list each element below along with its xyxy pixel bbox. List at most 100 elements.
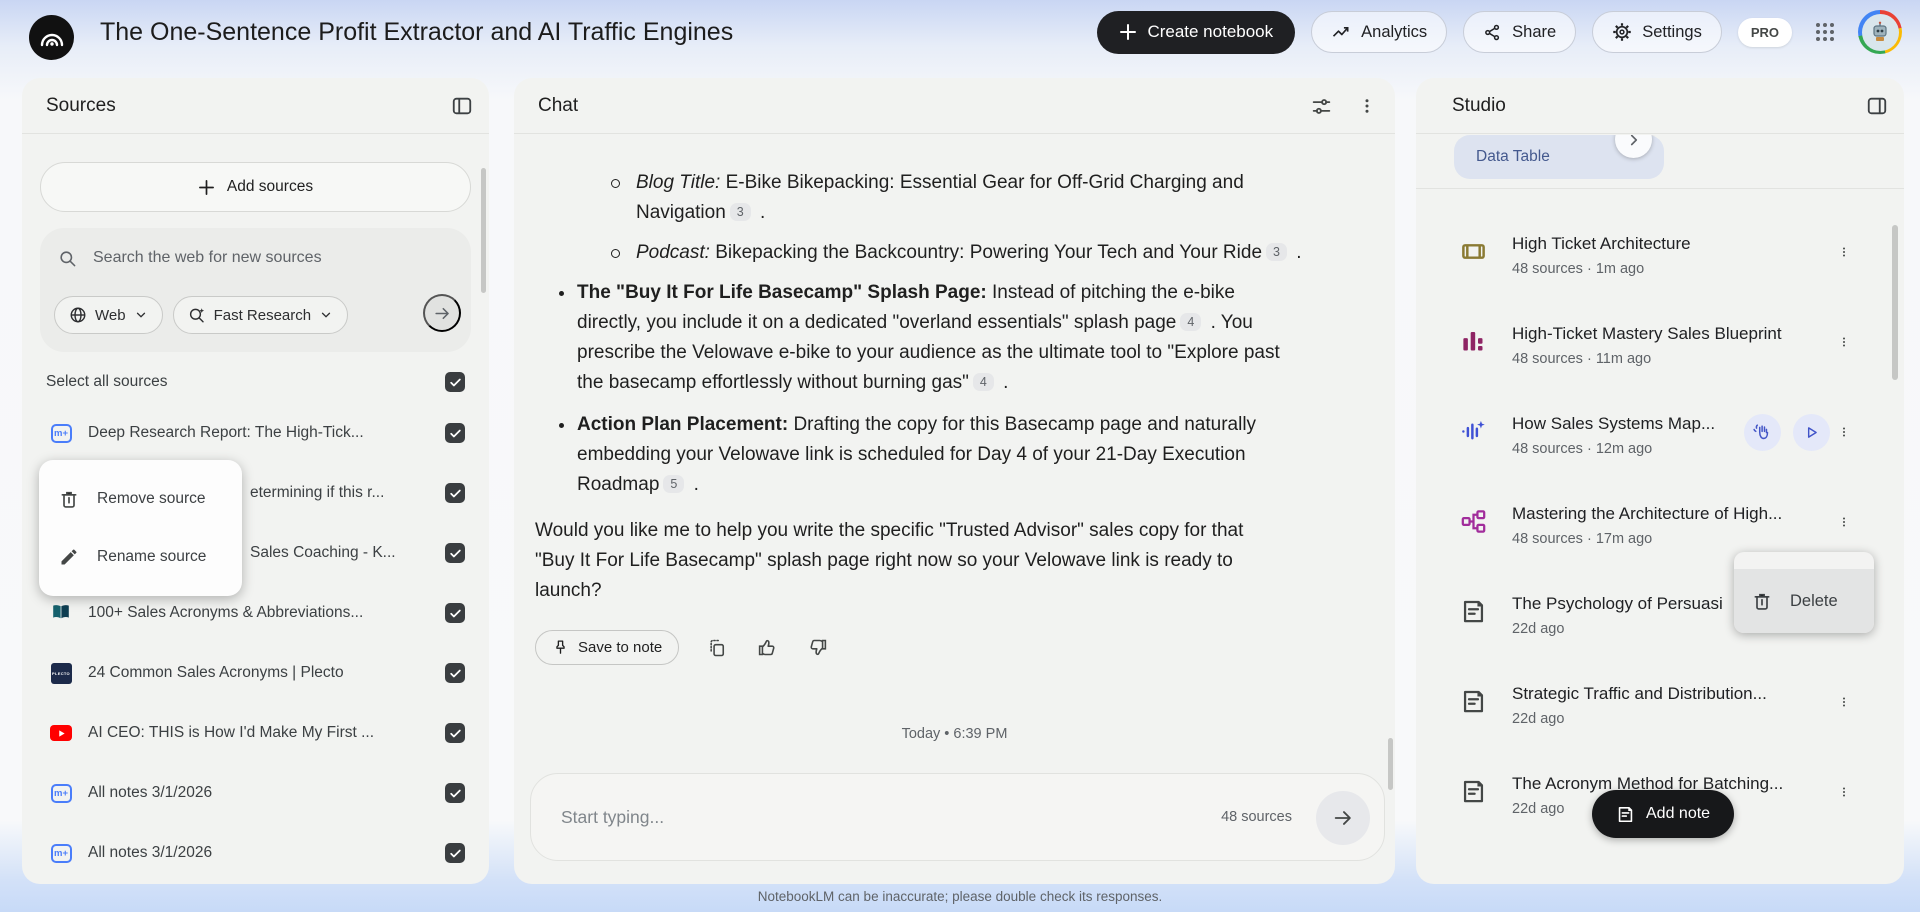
chat-text-segment: Blog Title:: [636, 172, 721, 193]
add-note-label: Add note: [1646, 805, 1711, 822]
add-sources-button[interactable]: Add sources: [40, 162, 471, 212]
chat-text-segment: Bikepacking the Backcountry: Powering Yo…: [709, 242, 1263, 263]
plus-icon: [198, 179, 214, 195]
share-button[interactable]: Share: [1463, 11, 1577, 53]
interactive-mode-button[interactable]: [1744, 414, 1781, 451]
book-favicon: [50, 602, 72, 624]
studio-item[interactable]: High Ticket Architecture 48 sources · 1m…: [1416, 222, 1904, 312]
chat-settings-button[interactable]: [1309, 94, 1333, 118]
source-checkbox[interactable]: [445, 723, 465, 743]
send-message-button[interactable]: [1316, 791, 1370, 845]
trash-icon: [61, 491, 77, 508]
citation-chip[interactable]: 3: [729, 203, 751, 221]
select-all-label: Select all sources: [46, 373, 168, 390]
research-mode-label: Fast Research: [213, 306, 312, 324]
chat-text-segment: Navigation: [636, 202, 726, 223]
chat-more-menu-button[interactable]: [1355, 94, 1379, 118]
remove-source-label: Remove source: [97, 490, 206, 507]
citation-chip[interactable]: 4: [1180, 313, 1202, 331]
chat-text-segment: E-Bike Bikepacking: Essential Gear for O…: [720, 172, 1244, 193]
thumbs-up-button[interactable]: [755, 636, 779, 660]
trash-icon: [1754, 593, 1770, 610]
citation-chip[interactable]: 3: [1266, 243, 1287, 261]
studio-item-menu-button[interactable]: [1832, 240, 1856, 264]
collapse-sources-panel-icon[interactable]: [451, 95, 473, 117]
citation-chip[interactable]: 4: [972, 373, 994, 391]
save-to-note-button[interactable]: Save to note: [535, 630, 680, 665]
studio-item-meta: 48 sources · 12m ago: [1512, 441, 1653, 457]
source-checkbox[interactable]: [445, 423, 465, 443]
chat-scrollbar[interactable]: [1388, 738, 1393, 790]
source-row[interactable]: m+ All notes 3/1/2026: [22, 823, 489, 883]
chevron-down-icon: [136, 312, 145, 318]
chat-text-block: Blog Title: E-Bike Bikepacking: Essentia…: [611, 168, 1395, 228]
remove-source-menu-item[interactable]: Remove source: [39, 470, 242, 528]
source-checkbox[interactable]: [445, 843, 465, 863]
studio-panel-header: Studio: [1416, 78, 1904, 134]
studio-item-menu-button[interactable]: [1832, 420, 1856, 444]
research-mode-dropdown[interactable]: Fast Research: [172, 296, 349, 334]
create-notebook-button[interactable]: Create notebook: [1097, 10, 1296, 54]
app-header: The One-Sentence Profit Extractor and AI…: [0, 0, 1920, 64]
select-all-row: Select all sources: [46, 368, 465, 396]
apps-grid-icon: [1816, 23, 1834, 41]
source-checkbox[interactable]: [445, 483, 465, 503]
studio-item-meta: 22d ago: [1512, 801, 1565, 817]
studio-item[interactable]: The Content Creation Engine: Wee...: [1416, 852, 1904, 884]
globe-icon: [70, 307, 86, 323]
sources-scrollbar[interactable]: [481, 168, 486, 293]
notebooklm-logo[interactable]: [29, 15, 74, 60]
source-row[interactable]: m+ Deep Research Report: The High-Tick..…: [22, 403, 489, 463]
studio-scrollbar[interactable]: [1892, 225, 1898, 380]
share-label: Share: [1512, 22, 1557, 41]
source-title: etermining if this r...: [250, 484, 385, 501]
web-filter-dropdown[interactable]: Web: [54, 296, 163, 334]
collapse-studio-panel-icon[interactable]: [1866, 95, 1888, 117]
studio-divider: [1416, 188, 1904, 189]
source-row[interactable]: PLECTO 24 Common Sales Acronyms | Plecto: [22, 643, 489, 703]
rename-source-label: Rename source: [97, 548, 207, 565]
add-note-button[interactable]: Add note: [1592, 790, 1735, 838]
source-checkbox[interactable]: [445, 543, 465, 563]
studio-item-menu-button[interactable]: [1832, 690, 1856, 714]
analytics-label: Analytics: [1361, 22, 1428, 41]
studio-item[interactable]: High-Ticket Mastery Sales Blueprint 48 s…: [1416, 312, 1904, 402]
studio-item[interactable]: How Sales Systems Map... 48 sources · 12…: [1416, 402, 1904, 492]
user-avatar[interactable]: [1858, 10, 1902, 54]
select-all-checkbox[interactable]: [445, 372, 465, 392]
kebab-menu-icon: [1365, 99, 1369, 113]
source-row[interactable]: AI CEO: THIS is How I'd Make My First ..…: [22, 703, 489, 763]
search-submit-button[interactable]: [423, 294, 461, 332]
notebook-source-icon: m+: [50, 842, 72, 864]
studio-panel-title: Studio: [1452, 95, 1506, 116]
studio-item-meta: 48 sources · 1m ago: [1512, 261, 1645, 277]
studio-item-menu-button[interactable]: [1832, 330, 1856, 354]
search-web-input[interactable]: [91, 248, 421, 268]
source-title: Deep Research Report: The High-Tick...: [88, 424, 364, 441]
research-sparkle-icon: [189, 308, 204, 323]
settings-button[interactable]: Settings: [1592, 11, 1722, 53]
play-audio-button[interactable]: [1793, 414, 1830, 451]
source-row[interactable]: m+ All notes 3/1/2026: [22, 763, 489, 823]
source-title: 24 Common Sales Acronyms | Plecto: [88, 664, 344, 681]
analytics-button[interactable]: Analytics: [1311, 11, 1448, 53]
apps-grid-button[interactable]: [1808, 15, 1842, 49]
studio-item-menu-button[interactable]: [1832, 510, 1856, 534]
notebook-title: The One-Sentence Profit Extractor and AI…: [100, 18, 734, 46]
studio-item-title: The Psychology of Persuasi: [1512, 594, 1723, 613]
chat-text-input[interactable]: [559, 774, 1079, 860]
delete-menu-item[interactable]: Delete: [1734, 569, 1874, 633]
copy-response-button[interactable]: [705, 636, 729, 660]
studio-item-meta: 48 sources · 17m ago: [1512, 531, 1653, 547]
studio-item[interactable]: Strategic Traffic and Distribution... 22…: [1416, 672, 1904, 762]
search-filter-chips: Web Fast Research: [54, 296, 349, 334]
search-icon: [60, 250, 76, 266]
thumbs-down-button[interactable]: [805, 636, 829, 660]
rename-source-menu-item[interactable]: Rename source: [39, 528, 242, 586]
studio-item-menu-button[interactable]: [1832, 780, 1856, 804]
source-checkbox[interactable]: [445, 603, 465, 623]
waving-hand-icon: [1753, 424, 1769, 440]
source-checkbox[interactable]: [445, 663, 465, 683]
source-checkbox[interactable]: [445, 783, 465, 803]
citation-chip[interactable]: 5: [663, 475, 685, 493]
